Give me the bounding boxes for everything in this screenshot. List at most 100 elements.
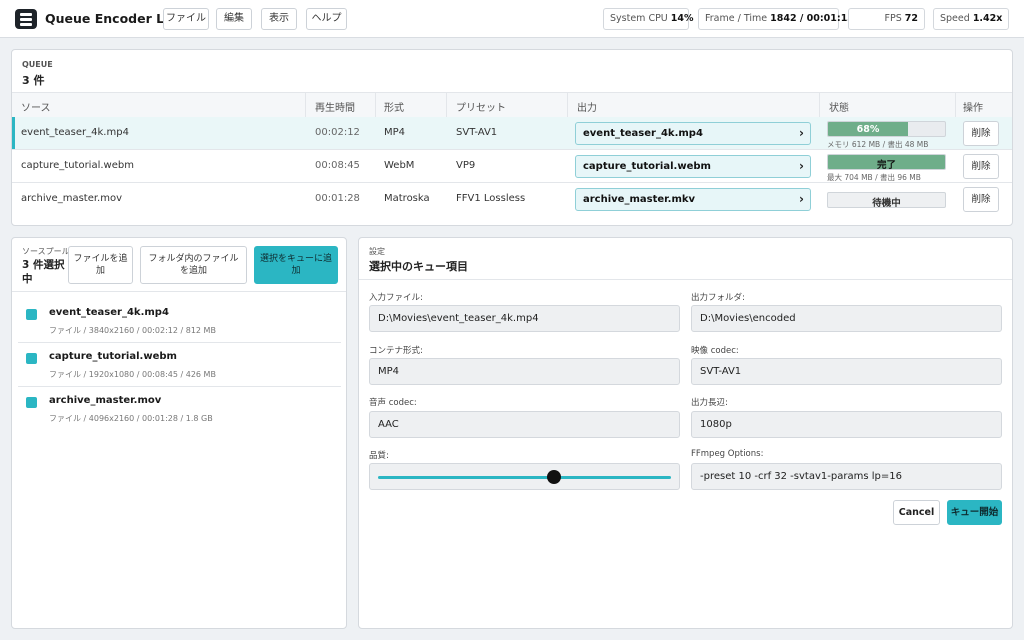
stat-speed-label: Speed bbox=[940, 13, 970, 24]
queue-row[interactable]: event_teaser_4k.mp4 00:02:12 MP4 SVT-AV1… bbox=[12, 117, 1012, 150]
source-pool-selection-count: 3 件選択中 bbox=[22, 259, 65, 285]
add-folder-button[interactable]: フォルダ内のファイルを追加 bbox=[140, 246, 247, 284]
delete-button[interactable]: 削除 bbox=[963, 121, 999, 146]
row-format: MP4 bbox=[384, 127, 406, 138]
menu-edit[interactable]: 編集 bbox=[216, 8, 252, 30]
add-files-button[interactable]: ファイルを追加 bbox=[68, 246, 133, 284]
menu-help[interactable]: ヘルプ bbox=[306, 8, 347, 30]
row-duration: 00:08:45 bbox=[315, 160, 360, 171]
container-label: コンテナ形式: bbox=[369, 346, 423, 356]
queue-count: 3 件 bbox=[22, 74, 45, 87]
row-duration: 00:01:28 bbox=[315, 193, 360, 204]
source-meta: ファイル / 1920x1080 / 00:08:45 / 426 MB bbox=[49, 370, 216, 379]
col-output[interactable]: 出力 bbox=[577, 99, 597, 114]
row-status-badge: 待機中 bbox=[827, 192, 946, 208]
chevron-right-icon: › bbox=[799, 126, 804, 140]
row-status: 待機中 bbox=[872, 198, 901, 208]
top-bar: Queue Encoder Lite ファイル 編集 表示 ヘルプ System… bbox=[0, 0, 1024, 38]
source-list-item[interactable]: capture_tutorial.webm ファイル / 1920x1080 /… bbox=[18, 343, 341, 387]
stat-frame-label: Frame / Time bbox=[705, 13, 768, 24]
video-codec-select[interactable]: SVT-AV1 bbox=[691, 358, 1002, 385]
source-pool-panel: ソースプール 3 件選択中 ファイルを追加 フォルダ内のファイルを追加 選択をキ… bbox=[11, 237, 347, 629]
col-status[interactable]: 状態 bbox=[829, 99, 849, 114]
queue-panel: QUEUE 3 件 ソース 再生時間 形式 プリセット 出力 状態 操作 eve… bbox=[11, 49, 1013, 226]
checkbox-checked-icon[interactable] bbox=[26, 309, 37, 320]
row-status: 完了 bbox=[876, 160, 896, 170]
source-list-item[interactable]: event_teaser_4k.mp4 ファイル / 3840x2160 / 0… bbox=[18, 299, 341, 343]
row-output-selector[interactable]: archive_master.mkv › bbox=[575, 188, 811, 211]
audio-codec-select[interactable]: AAC bbox=[369, 411, 680, 438]
stat-frame: Frame / Time 1842 / 00:01:13 bbox=[698, 8, 854, 30]
menu-view[interactable]: 表示 bbox=[261, 8, 297, 30]
col-source[interactable]: ソース bbox=[21, 99, 51, 114]
divider bbox=[12, 291, 346, 292]
ffmpeg-options-field[interactable]: -preset 10 -crf 32 -svtav1-params lp=16 bbox=[691, 463, 1002, 490]
delete-button[interactable]: 削除 bbox=[963, 154, 999, 179]
stat-speed: Speed 1.42x bbox=[933, 8, 1009, 30]
stat-fps-label: FPS bbox=[884, 13, 902, 24]
quality-label: 品質: bbox=[369, 451, 389, 461]
add-to-queue-button[interactable]: 選択をキューに追加 bbox=[254, 246, 338, 284]
row-output-name: capture_tutorial.webm bbox=[583, 161, 711, 172]
col-format[interactable]: 形式 bbox=[384, 99, 404, 114]
row-memory-info: メモリ 612 MB / 書出 48 MB bbox=[827, 140, 929, 149]
cancel-button[interactable]: Cancel bbox=[893, 500, 940, 525]
slider-handle[interactable] bbox=[546, 470, 561, 484]
row-preset: SVT-AV1 bbox=[456, 127, 498, 138]
long-edge-select[interactable]: 1080p bbox=[691, 411, 1002, 438]
input-file-field[interactable]: D:\Movies\event_teaser_4k.mp4 bbox=[369, 305, 680, 332]
row-preset: FFV1 Lossless bbox=[456, 193, 526, 204]
row-output-selector[interactable]: event_teaser_4k.mp4 › bbox=[575, 122, 811, 145]
source-list-item[interactable]: archive_master.mov ファイル / 4096x2160 / 00… bbox=[18, 387, 341, 431]
source-meta: ファイル / 3840x2160 / 00:02:12 / 812 MB bbox=[49, 326, 216, 335]
row-format: WebM bbox=[384, 160, 415, 171]
row-source: event_teaser_4k.mp4 bbox=[21, 127, 129, 138]
row-output-name: archive_master.mkv bbox=[583, 194, 696, 205]
app-logo-icon bbox=[15, 9, 37, 29]
col-duration[interactable]: 再生時間 bbox=[315, 99, 355, 114]
stat-cpu: System CPU 14% bbox=[603, 8, 694, 30]
input-file-label: 入力ファイル: bbox=[369, 293, 423, 303]
source-name: event_teaser_4k.mp4 bbox=[49, 307, 169, 318]
start-queue-button[interactable]: キュー開始 bbox=[947, 500, 1002, 525]
chevron-right-icon: › bbox=[799, 192, 804, 206]
output-folder-field[interactable]: D:\Movies\encoded bbox=[691, 305, 1002, 332]
ffmpeg-options-label: FFmpeg Options: bbox=[691, 449, 764, 459]
row-source: capture_tutorial.webm bbox=[21, 160, 134, 171]
source-name: archive_master.mov bbox=[49, 395, 162, 406]
slider-track[interactable] bbox=[378, 476, 671, 479]
settings-title: 選択中のキュー項目 bbox=[369, 260, 468, 273]
row-progress-bar: 完了 bbox=[827, 154, 946, 170]
delete-button[interactable]: 削除 bbox=[963, 187, 999, 212]
long-edge-label: 出力長辺: bbox=[691, 398, 728, 408]
row-output-selector[interactable]: capture_tutorial.webm › bbox=[575, 155, 811, 178]
checkbox-checked-icon[interactable] bbox=[26, 397, 37, 408]
col-preset[interactable]: プリセット bbox=[456, 99, 506, 114]
divider bbox=[359, 279, 1012, 280]
source-pool-kicker: ソースプール bbox=[22, 247, 70, 256]
output-folder-label: 出力フォルダ: bbox=[691, 293, 745, 303]
stat-fps: FPS 72 bbox=[848, 8, 925, 30]
checkbox-checked-icon[interactable] bbox=[26, 353, 37, 364]
stat-speed-value: 1.42x bbox=[972, 13, 1003, 24]
stat-cpu-label: System CPU bbox=[610, 13, 668, 24]
video-codec-label: 映像 codec: bbox=[691, 346, 739, 356]
chevron-right-icon: › bbox=[799, 159, 804, 173]
col-action: 操作 bbox=[963, 103, 983, 114]
stat-fps-value: 72 bbox=[904, 13, 918, 24]
row-status: 68% bbox=[856, 124, 880, 135]
menu-file[interactable]: ファイル bbox=[163, 8, 209, 30]
stat-frame-value: 1842 / 00:01:13 bbox=[770, 13, 854, 24]
container-select[interactable]: MP4 bbox=[369, 358, 680, 385]
row-preset: VP9 bbox=[456, 160, 476, 171]
settings-panel: 設定 選択中のキュー項目 入力ファイル: D:\Movies\event_tea… bbox=[358, 237, 1013, 629]
settings-kicker: 設定 bbox=[369, 247, 385, 256]
source-meta: ファイル / 4096x2160 / 00:01:28 / 1.8 GB bbox=[49, 414, 213, 423]
row-duration: 00:02:12 bbox=[315, 127, 360, 138]
source-name: capture_tutorial.webm bbox=[49, 351, 177, 362]
queue-kicker: QUEUE bbox=[22, 60, 53, 69]
row-format: Matroska bbox=[384, 193, 430, 204]
queue-row[interactable]: capture_tutorial.webm 00:08:45 WebM VP9 … bbox=[12, 150, 1012, 183]
queue-row[interactable]: archive_master.mov 00:01:28 Matroska FFV… bbox=[12, 183, 1012, 216]
quality-slider[interactable] bbox=[369, 463, 680, 490]
